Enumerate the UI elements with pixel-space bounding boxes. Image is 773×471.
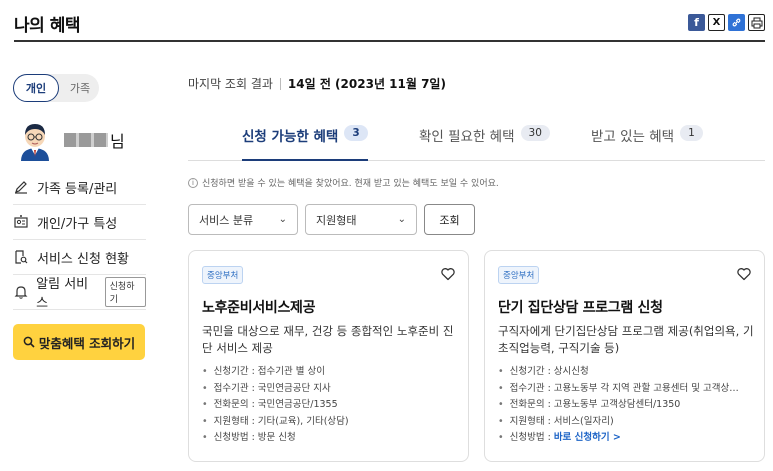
info-item: 접수기관 : 국민연금공단 지사 xyxy=(202,381,462,398)
info-item: 지원형태 : 기타(교육), 기타(상담) xyxy=(202,414,462,431)
page-title: 나의 혜택 xyxy=(14,16,80,36)
card-info-list: 신청기간 : 상시신청 접수기관 : 고용노동부 각 지역 관할 고용센터 및 … xyxy=(498,364,758,447)
chevron-down-icon: ⌄ xyxy=(397,214,406,225)
info-item: 전화문의 : 국민연금공단/1355 xyxy=(202,397,462,414)
card-description: 국민을 대상으로 재무, 건강 등 종합적인 노후준비 진단 서비스 제공 xyxy=(202,324,454,355)
last-query-value: 14일 전 (2023년 11월 7일) xyxy=(287,77,446,91)
category-badge: 중앙부처 xyxy=(498,266,540,284)
sidebar-menu: 가족 등록/관리 개인/가구 특성 서비스 신청 현황 알림 서비스 신청하기 xyxy=(13,170,146,311)
toggle-family[interactable]: 가족 xyxy=(63,74,97,102)
tab-eligible-benefits[interactable]: 신청 가능한 혜택 3 xyxy=(242,125,368,161)
tab-count: 3 xyxy=(344,125,368,141)
info-item: 접수기관 : 고용노동부 각 지역 관할 고용센터 및 고객상… xyxy=(498,381,758,398)
print-icon[interactable] xyxy=(748,14,765,31)
person-family-toggle: 개인 가족 xyxy=(13,74,99,102)
info-item: 지원형태 : 서비스(일자리) xyxy=(498,414,758,431)
page-header: 나의 혜택 f X xyxy=(14,0,765,42)
method-label: 신청방법 : xyxy=(509,432,554,443)
card-title: 노후준비서비스제공 xyxy=(202,300,316,316)
notification-apply-button[interactable]: 신청하기 xyxy=(104,277,146,307)
toggle-individual[interactable]: 개인 xyxy=(13,74,59,102)
last-query-label: 마지막 조회 결과 xyxy=(188,77,273,91)
card-description: 구직자에게 단기집단상담 프로그램 제공(취업의욕, 기초직업능력, 구직기술 … xyxy=(498,324,754,355)
search-button-label: 맞춤혜택 조회하기 xyxy=(38,335,136,351)
tab-needs-check-benefits[interactable]: 확인 필요한 혜택 30 xyxy=(419,125,550,161)
bell-icon xyxy=(13,284,28,300)
sidebar-item-label: 알림 서비스 xyxy=(36,277,89,311)
sidebar-item-label: 가족 등록/관리 xyxy=(37,181,118,197)
tab-receiving-benefits[interactable]: 받고 있는 혜택 1 xyxy=(591,125,703,161)
x-icon[interactable]: X xyxy=(708,14,725,31)
info-item: 신청기간 : 상시신청 xyxy=(498,364,758,381)
pencil-icon xyxy=(13,179,29,195)
id-card-icon xyxy=(13,214,29,230)
select-value: 서비스 분류 xyxy=(199,213,254,227)
custom-benefit-search-button[interactable]: 맞춤혜택 조회하기 xyxy=(13,324,145,360)
support-type-select[interactable]: 지원형태 ⌄ xyxy=(305,204,417,235)
tab-label: 확인 필요한 혜택 xyxy=(419,129,515,145)
info-item: 전화문의 : 고용노동부 고객상담센터/1350 xyxy=(498,397,758,414)
masked-name xyxy=(64,133,108,147)
info-item: 신청방법 : 바로 신청하기 > xyxy=(498,430,758,447)
benefit-card[interactable]: 중앙부처 노후준비서비스제공 국민을 대상으로 재무, 건강 등 종합적인 노후… xyxy=(188,250,469,462)
link-icon[interactable] xyxy=(728,14,745,31)
user-name: 님 xyxy=(64,128,125,152)
select-value: 지원형태 xyxy=(316,213,357,227)
card-title: 단기 집단상담 프로그램 신청 xyxy=(498,300,663,316)
avatar xyxy=(17,121,53,161)
info-item: 신청기간 : 접수기관 별 상이 xyxy=(202,364,462,381)
sidebar-item-family-management[interactable]: 가족 등록/관리 xyxy=(13,170,146,205)
last-query-info: 마지막 조회 결과 14일 전 (2023년 11월 7일) xyxy=(188,75,446,92)
benefit-tabs: 신청 가능한 혜택 3 확인 필요한 혜택 30 받고 있는 혜택 1 xyxy=(188,117,765,161)
sidebar-item-label: 개인/가구 특성 xyxy=(37,216,118,232)
notice: i 신청하면 받을 수 있는 혜택을 찾았어요. 현재 받고 있는 혜택도 보일… xyxy=(188,176,499,189)
category-badge: 중앙부처 xyxy=(202,266,244,284)
document-search-icon xyxy=(13,249,29,265)
sidebar-item-application-status[interactable]: 서비스 신청 현황 xyxy=(13,240,146,275)
card-info-list: 신청기간 : 접수기관 별 상이 접수기관 : 국민연금공단 지사 전화문의 :… xyxy=(202,364,462,447)
heart-icon[interactable] xyxy=(440,266,456,282)
info-icon: i xyxy=(188,177,198,188)
query-button[interactable]: 조회 xyxy=(424,204,475,235)
notice-text: 신청하면 받을 수 있는 혜택을 찾았어요. 현재 받고 있는 혜택도 보일 수… xyxy=(202,179,499,189)
facebook-icon[interactable]: f xyxy=(688,14,705,31)
search-icon xyxy=(23,336,35,348)
benefit-card[interactable]: 중앙부처 단기 집단상담 프로그램 신청 구직자에게 단기집단상담 프로그램 제… xyxy=(484,250,765,462)
tab-count: 1 xyxy=(680,125,703,141)
sidebar-item-notification[interactable]: 알림 서비스 신청하기 xyxy=(13,275,146,311)
heart-icon[interactable] xyxy=(736,266,752,282)
sidebar-item-label: 서비스 신청 현황 xyxy=(37,251,129,267)
tab-label: 신청 가능한 혜택 xyxy=(242,129,339,145)
tab-label: 받고 있는 혜택 xyxy=(591,129,675,145)
tab-count: 30 xyxy=(520,125,550,141)
share-toolbar: f X xyxy=(688,14,765,31)
apply-now-link[interactable]: 바로 신청하기 > xyxy=(554,432,621,443)
service-category-select[interactable]: 서비스 분류 ⌄ xyxy=(188,204,298,235)
info-item: 신청방법 : 방문 신청 xyxy=(202,430,462,447)
user-name-suffix: 님 xyxy=(110,132,125,151)
divider xyxy=(279,77,281,90)
sidebar-item-household-traits[interactable]: 개인/가구 특성 xyxy=(13,205,146,240)
chevron-down-icon: ⌄ xyxy=(278,214,287,225)
